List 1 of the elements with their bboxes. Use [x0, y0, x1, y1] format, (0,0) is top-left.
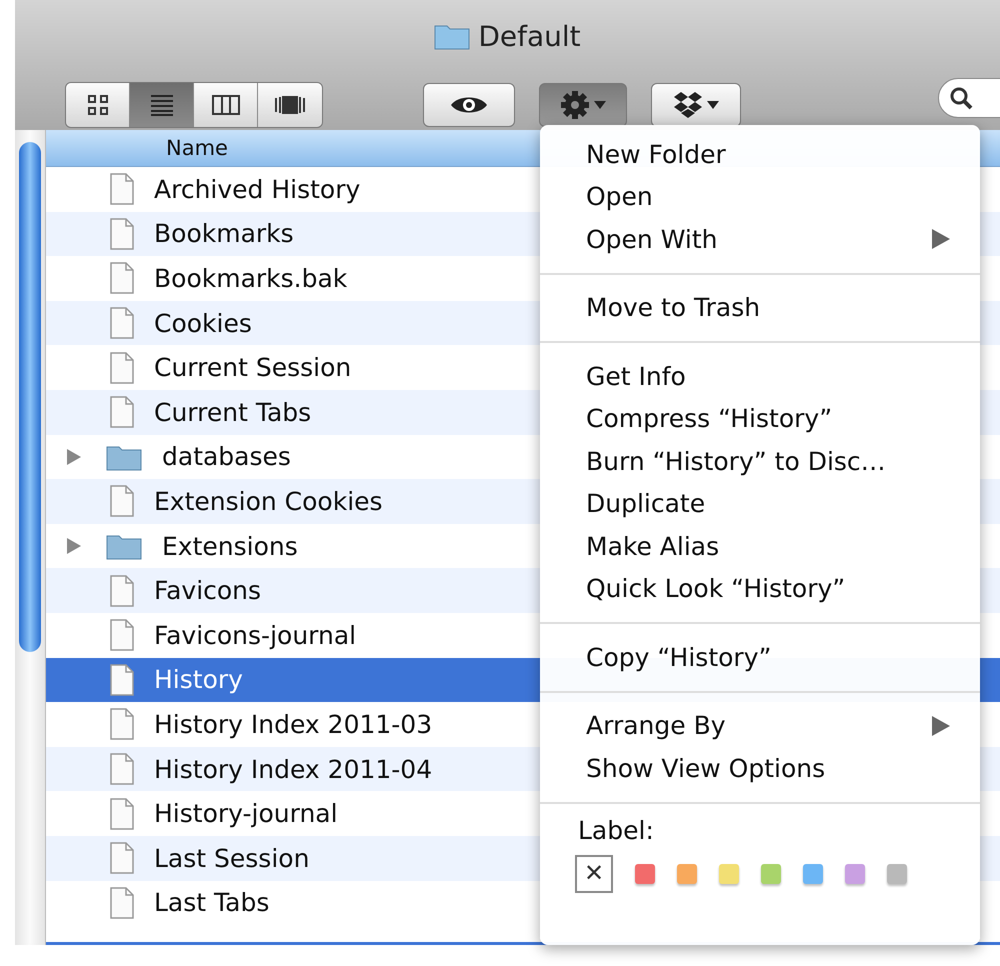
window-title: Default [478, 20, 581, 52]
